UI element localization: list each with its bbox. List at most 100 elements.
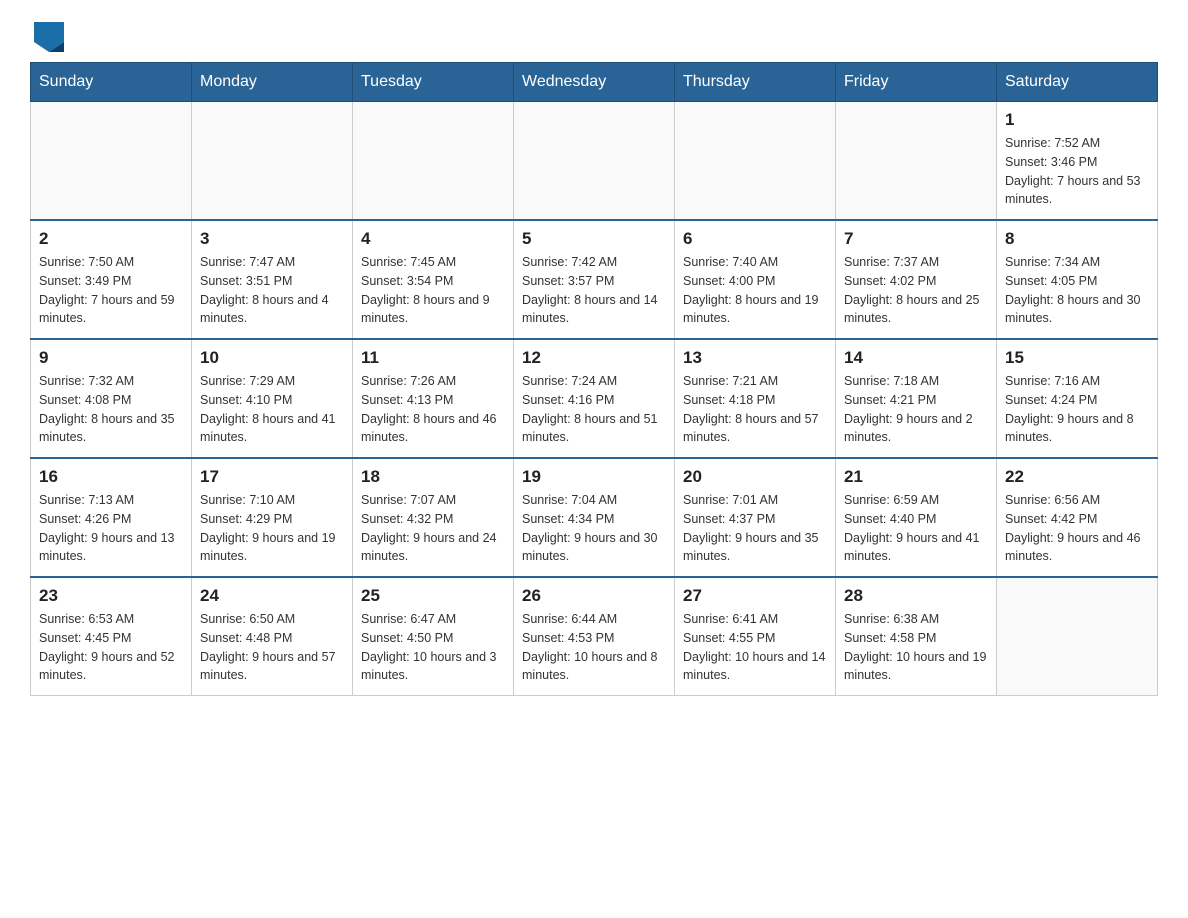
day-number: 22	[1005, 467, 1149, 487]
day-number: 1	[1005, 110, 1149, 130]
day-info: Sunrise: 7:07 AM Sunset: 4:32 PM Dayligh…	[361, 491, 505, 566]
day-info: Sunrise: 6:38 AM Sunset: 4:58 PM Dayligh…	[844, 610, 988, 685]
calendar-header-monday: Monday	[192, 63, 353, 102]
calendar-cell: 27 Sunrise: 6:41 AM Sunset: 4:55 PM Dayli…	[675, 577, 836, 696]
calendar-table: SundayMondayTuesdayWednesdayThursdayFrid…	[30, 62, 1158, 696]
calendar-cell	[192, 102, 353, 221]
calendar-cell: 5Sunrise: 7:42 AM Sunset: 3:57 PM Daylig…	[514, 220, 675, 339]
day-info: Sunrise: 7:18 AM Sunset: 4:21 PM Dayligh…	[844, 372, 988, 447]
day-number: 16	[39, 467, 183, 487]
day-info: Sunrise: 7:45 AM Sunset: 3:54 PM Dayligh…	[361, 253, 505, 328]
day-number: 13	[683, 348, 827, 368]
day-number: 9	[39, 348, 183, 368]
day-number: 10	[200, 348, 344, 368]
day-number: 21	[844, 467, 988, 487]
logo-icon	[34, 22, 64, 52]
calendar-cell: 12 Sunrise: 7:24 AM Sunset: 4:16 PM Dayli…	[514, 339, 675, 458]
calendar-header-thursday: Thursday	[675, 63, 836, 102]
day-number: 24	[200, 586, 344, 606]
calendar-cell	[836, 102, 997, 221]
logo	[30, 20, 66, 52]
calendar-cell: 20Sunrise: 7:01 AM Sunset: 4:37 PM Dayli…	[675, 458, 836, 577]
calendar-cell: 19 Sunrise: 7:04 AM Sunset: 4:34 PM Dayli…	[514, 458, 675, 577]
calendar-header-saturday: Saturday	[997, 63, 1158, 102]
day-info: Sunrise: 6:50 AM Sunset: 4:48 PM Dayligh…	[200, 610, 344, 685]
day-number: 28	[844, 586, 988, 606]
day-info: Sunrise: 7:24 AM Sunset: 4:16 PM Dayligh…	[522, 372, 666, 447]
day-number: 7	[844, 229, 988, 249]
day-number: 17	[200, 467, 344, 487]
calendar-cell: 13Sunrise: 7:21 AM Sunset: 4:18 PM Dayli…	[675, 339, 836, 458]
calendar-header-friday: Friday	[836, 63, 997, 102]
day-info: Sunrise: 7:10 AM Sunset: 4:29 PM Dayligh…	[200, 491, 344, 566]
calendar-week-row: 1 Sunrise: 7:52 AM Sunset: 3:46 PM Daylig…	[31, 102, 1158, 221]
calendar-cell	[31, 102, 192, 221]
calendar-cell: 3 Sunrise: 7:47 AM Sunset: 3:51 PM Daylig…	[192, 220, 353, 339]
day-info: Sunrise: 7:01 AM Sunset: 4:37 PM Dayligh…	[683, 491, 827, 566]
day-info: Sunrise: 7:04 AM Sunset: 4:34 PM Dayligh…	[522, 491, 666, 566]
day-number: 15	[1005, 348, 1149, 368]
calendar-header-sunday: Sunday	[31, 63, 192, 102]
calendar-cell: 21 Sunrise: 6:59 AM Sunset: 4:40 PM Dayli…	[836, 458, 997, 577]
calendar-cell: 16 Sunrise: 7:13 AM Sunset: 4:26 PM Dayli…	[31, 458, 192, 577]
day-info: Sunrise: 7:26 AM Sunset: 4:13 PM Dayligh…	[361, 372, 505, 447]
calendar-cell: 25 Sunrise: 6:47 AM Sunset: 4:50 PM Dayli…	[353, 577, 514, 696]
day-number: 2	[39, 229, 183, 249]
day-info: Sunrise: 6:59 AM Sunset: 4:40 PM Dayligh…	[844, 491, 988, 566]
calendar-cell: 23 Sunrise: 6:53 AM Sunset: 4:45 PM Dayli…	[31, 577, 192, 696]
calendar-cell: 1 Sunrise: 7:52 AM Sunset: 3:46 PM Daylig…	[997, 102, 1158, 221]
day-info: Sunrise: 7:34 AM Sunset: 4:05 PM Dayligh…	[1005, 253, 1149, 328]
calendar-cell: 10 Sunrise: 7:29 AM Sunset: 4:10 PM Dayli…	[192, 339, 353, 458]
day-number: 11	[361, 348, 505, 368]
calendar-cell: 24 Sunrise: 6:50 AM Sunset: 4:48 PM Dayli…	[192, 577, 353, 696]
calendar-cell: 8 Sunrise: 7:34 AM Sunset: 4:05 PM Daylig…	[997, 220, 1158, 339]
day-number: 26	[522, 586, 666, 606]
day-number: 25	[361, 586, 505, 606]
day-number: 3	[200, 229, 344, 249]
day-info: Sunrise: 6:53 AM Sunset: 4:45 PM Dayligh…	[39, 610, 183, 685]
page-header	[30, 20, 1158, 52]
calendar-cell: 2 Sunrise: 7:50 AM Sunset: 3:49 PM Daylig…	[31, 220, 192, 339]
calendar-cell	[997, 577, 1158, 696]
day-number: 19	[522, 467, 666, 487]
day-info: Sunrise: 7:52 AM Sunset: 3:46 PM Dayligh…	[1005, 134, 1149, 209]
day-number: 27	[683, 586, 827, 606]
calendar-cell: 6Sunrise: 7:40 AM Sunset: 4:00 PM Daylig…	[675, 220, 836, 339]
calendar-week-row: 9 Sunrise: 7:32 AM Sunset: 4:08 PM Daylig…	[31, 339, 1158, 458]
calendar-cell: 15 Sunrise: 7:16 AM Sunset: 4:24 PM Dayli…	[997, 339, 1158, 458]
day-number: 4	[361, 229, 505, 249]
day-info: Sunrise: 7:29 AM Sunset: 4:10 PM Dayligh…	[200, 372, 344, 447]
day-number: 14	[844, 348, 988, 368]
calendar-week-row: 16 Sunrise: 7:13 AM Sunset: 4:26 PM Dayli…	[31, 458, 1158, 577]
calendar-cell: 11 Sunrise: 7:26 AM Sunset: 4:13 PM Dayli…	[353, 339, 514, 458]
calendar-cell: 28 Sunrise: 6:38 AM Sunset: 4:58 PM Dayli…	[836, 577, 997, 696]
day-info: Sunrise: 7:32 AM Sunset: 4:08 PM Dayligh…	[39, 372, 183, 447]
calendar-cell: 26 Sunrise: 6:44 AM Sunset: 4:53 PM Dayli…	[514, 577, 675, 696]
day-info: Sunrise: 7:42 AM Sunset: 3:57 PM Dayligh…	[522, 253, 666, 328]
day-info: Sunrise: 7:50 AM Sunset: 3:49 PM Dayligh…	[39, 253, 183, 328]
day-number: 8	[1005, 229, 1149, 249]
calendar-cell: 18 Sunrise: 7:07 AM Sunset: 4:32 PM Dayli…	[353, 458, 514, 577]
day-number: 12	[522, 348, 666, 368]
day-info: Sunrise: 7:16 AM Sunset: 4:24 PM Dayligh…	[1005, 372, 1149, 447]
calendar-header-row: SundayMondayTuesdayWednesdayThursdayFrid…	[31, 63, 1158, 102]
day-info: Sunrise: 7:40 AM Sunset: 4:00 PM Dayligh…	[683, 253, 827, 328]
calendar-cell: 9 Sunrise: 7:32 AM Sunset: 4:08 PM Daylig…	[31, 339, 192, 458]
day-info: Sunrise: 6:44 AM Sunset: 4:53 PM Dayligh…	[522, 610, 666, 685]
calendar-week-row: 2 Sunrise: 7:50 AM Sunset: 3:49 PM Daylig…	[31, 220, 1158, 339]
day-number: 18	[361, 467, 505, 487]
calendar-cell	[675, 102, 836, 221]
calendar-cell	[514, 102, 675, 221]
day-info: Sunrise: 6:56 AM Sunset: 4:42 PM Dayligh…	[1005, 491, 1149, 566]
day-info: Sunrise: 6:47 AM Sunset: 4:50 PM Dayligh…	[361, 610, 505, 685]
calendar-cell	[353, 102, 514, 221]
day-info: Sunrise: 7:47 AM Sunset: 3:51 PM Dayligh…	[200, 253, 344, 328]
calendar-cell: 17 Sunrise: 7:10 AM Sunset: 4:29 PM Dayli…	[192, 458, 353, 577]
calendar-cell: 14 Sunrise: 7:18 AM Sunset: 4:21 PM Dayli…	[836, 339, 997, 458]
day-info: Sunrise: 6:41 AM Sunset: 4:55 PM Dayligh…	[683, 610, 827, 685]
calendar-cell: 4 Sunrise: 7:45 AM Sunset: 3:54 PM Daylig…	[353, 220, 514, 339]
day-info: Sunrise: 7:37 AM Sunset: 4:02 PM Dayligh…	[844, 253, 988, 328]
day-number: 23	[39, 586, 183, 606]
day-info: Sunrise: 7:13 AM Sunset: 4:26 PM Dayligh…	[39, 491, 183, 566]
calendar-header-wednesday: Wednesday	[514, 63, 675, 102]
